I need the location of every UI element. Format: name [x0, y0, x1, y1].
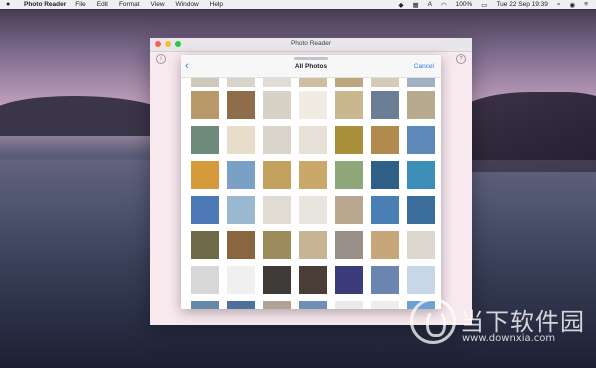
wifi-icon[interactable]: ◠ — [441, 1, 447, 9]
photo-thumbnail[interactable] — [407, 266, 435, 294]
photo-thumbnail[interactable] — [227, 266, 255, 294]
wallpaper-island-left — [0, 96, 170, 136]
photo-thumbnail[interactable] — [263, 196, 291, 224]
photo-thumbnail[interactable] — [335, 301, 363, 309]
status-area: ◆ ▦ A ◠ 100% ▭ Tue 22 Sep 19:39 ⌕ ◉ ≡ — [398, 1, 588, 9]
notification-center-icon[interactable]: ≡ — [584, 1, 588, 8]
photo-thumbnail[interactable] — [335, 266, 363, 294]
battery-percent: 100% — [455, 1, 473, 8]
menu-app-name[interactable]: Photo Reader — [24, 1, 66, 8]
photo-thumbnail[interactable] — [371, 161, 399, 189]
photo-thumbnail[interactable] — [191, 266, 219, 294]
photo-thumbnail[interactable] — [335, 161, 363, 189]
photo-thumbnail[interactable] — [371, 231, 399, 259]
info-icon[interactable]: i — [156, 54, 166, 64]
all-photos-sheet: ‹ All Photos Cancel — [181, 55, 441, 309]
sheet-grabber[interactable] — [294, 57, 328, 60]
photo-thumbnail[interactable] — [371, 126, 399, 154]
photo-thumbnail[interactable] — [407, 231, 435, 259]
photo-thumbnail[interactable] — [191, 231, 219, 259]
menu-help[interactable]: Help — [210, 1, 223, 8]
photo-thumbnail[interactable] — [299, 91, 327, 119]
sheet-title: All Photos — [294, 63, 328, 70]
photo-thumbnail[interactable] — [299, 161, 327, 189]
menu-format[interactable]: Format — [119, 1, 140, 8]
photo-thumbnail[interactable] — [407, 196, 435, 224]
photo-thumbnail[interactable] — [299, 301, 327, 309]
photo-thumbnail[interactable] — [227, 196, 255, 224]
photo-thumbnail[interactable] — [263, 301, 291, 309]
photo-thumbnail[interactable] — [227, 126, 255, 154]
photo-thumbnail[interactable] — [263, 266, 291, 294]
photo-thumbnail[interactable] — [407, 91, 435, 119]
photo-thumbnail[interactable] — [335, 126, 363, 154]
photo-thumbnail[interactable] — [227, 301, 255, 309]
watermark-logo — [410, 298, 456, 344]
battery-icon[interactable]: ▭ — [481, 1, 487, 9]
photo-thumbnail[interactable] — [191, 161, 219, 189]
photo-thumbnail[interactable] — [227, 91, 255, 119]
photo-thumbnail[interactable] — [335, 231, 363, 259]
photo-thumbnail[interactable] — [371, 266, 399, 294]
menu-view[interactable]: View — [151, 1, 165, 8]
photo-thumbnail[interactable] — [191, 196, 219, 224]
photo-thumbnail[interactable] — [371, 91, 399, 119]
photo-thumbnail[interactable] — [299, 126, 327, 154]
window-title: Photo Reader — [290, 40, 332, 47]
grid-icon[interactable]: ▦ — [412, 1, 418, 9]
photo-grid — [181, 55, 441, 309]
menu-bar: ● Photo Reader File Edit Format View Win… — [0, 0, 596, 9]
date-time[interactable]: Tue 22 Sep 19:39 — [496, 1, 547, 8]
photo-thumbnail[interactable] — [227, 231, 255, 259]
menu-window[interactable]: Window — [176, 1, 199, 8]
photo-thumbnail[interactable] — [191, 301, 219, 309]
menu-edit[interactable]: Edit — [97, 1, 108, 8]
photo-thumbnail[interactable] — [263, 91, 291, 119]
photo-thumbnail[interactable] — [191, 91, 219, 119]
window-titlebar[interactable]: Photo Reader — [150, 38, 472, 52]
siri-icon[interactable]: ◉ — [570, 1, 576, 9]
photo-thumbnail[interactable] — [299, 196, 327, 224]
photo-thumbnail[interactable] — [335, 196, 363, 224]
text-input-icon[interactable]: A — [428, 1, 432, 8]
photo-thumbnail[interactable] — [191, 126, 219, 154]
sheet-header: ‹ All Photos Cancel — [181, 55, 441, 78]
photo-thumbnail[interactable] — [227, 161, 255, 189]
photo-thumbnail[interactable] — [371, 301, 399, 309]
help-icon[interactable]: ? — [456, 54, 466, 64]
photo-thumbnail[interactable] — [263, 231, 291, 259]
photo-thumbnail[interactable] — [335, 91, 363, 119]
menu-file[interactable]: File — [75, 1, 85, 8]
photo-thumbnail[interactable] — [371, 196, 399, 224]
photo-thumbnail[interactable] — [407, 126, 435, 154]
photo-thumbnail[interactable] — [299, 231, 327, 259]
apple-menu-icon[interactable]: ● — [6, 1, 16, 8]
dropbox-icon[interactable]: ◆ — [398, 1, 403, 9]
photo-thumbnail[interactable] — [263, 161, 291, 189]
photo-thumbnail[interactable] — [299, 266, 327, 294]
watermark-text: 当下软件园 — [460, 308, 585, 336]
photo-thumbnail[interactable] — [407, 161, 435, 189]
spotlight-icon[interactable]: ⌕ — [557, 1, 561, 9]
watermark-url: www.downxia.com — [462, 333, 556, 344]
cancel-button[interactable]: Cancel — [414, 63, 434, 70]
photo-thumbnail[interactable] — [263, 126, 291, 154]
